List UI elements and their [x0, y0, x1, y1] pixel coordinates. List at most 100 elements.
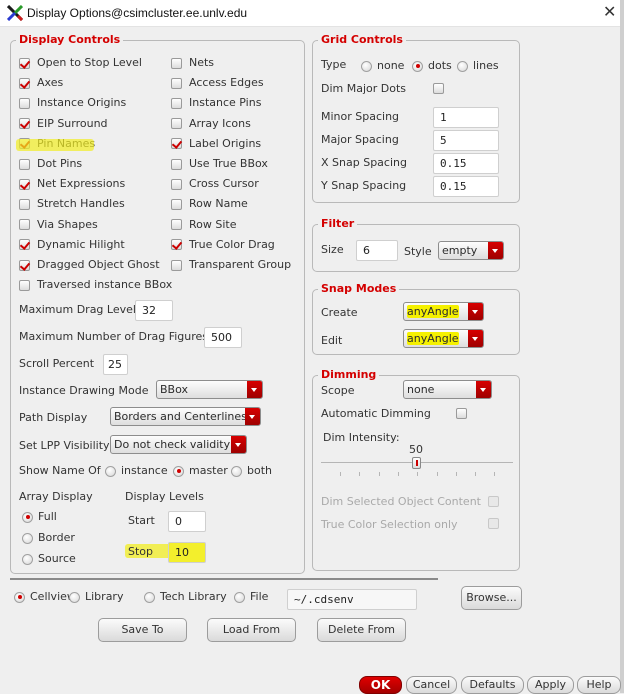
display-controls-title: Display Controls	[16, 33, 124, 47]
checkbox-open-to-stop-level[interactable]: Open to Stop Level	[19, 56, 142, 70]
instance-drawing-mode-label: Instance Drawing Mode	[19, 384, 149, 397]
checkbox-box	[171, 158, 182, 170]
array-display-radio-full[interactable]: Full	[22, 510, 57, 524]
apply-button[interactable]: Apply	[527, 676, 574, 694]
checkbox-box	[456, 408, 467, 419]
snap-create-select[interactable]: anyAngle	[403, 302, 484, 321]
checkbox-row-name[interactable]: Row Name	[171, 197, 248, 211]
show-name-radio-instance[interactable]: instance	[105, 464, 168, 478]
minor-spacing-label: Minor Spacing	[321, 110, 400, 123]
dimming-scope-select[interactable]: none	[403, 380, 492, 399]
checkbox-label-origins[interactable]: Label Origins	[171, 137, 261, 151]
path-display-select[interactable]: Borders and Centerlines	[110, 407, 261, 426]
checkbox-box	[171, 219, 182, 231]
delete-from-button[interactable]: Delete From	[317, 618, 406, 642]
close-icon[interactable]: ✕	[603, 4, 616, 20]
file-path-input[interactable]: ~/.cdsenv	[287, 589, 417, 610]
checkbox-via-shapes[interactable]: Via Shapes	[19, 218, 98, 232]
grid-type-radio-dots[interactable]: dots	[412, 59, 452, 73]
checkbox-label: Access Edges	[189, 76, 264, 90]
lpp-visibility-select[interactable]: Do not check validity	[110, 435, 247, 454]
checkbox-dot-pins[interactable]: Dot Pins	[19, 157, 82, 171]
save-location-radio-tech-library[interactable]: Tech Library	[144, 590, 227, 604]
radio-label: master	[189, 464, 228, 477]
instance-drawing-mode-select[interactable]: BBox	[156, 380, 263, 399]
minor-spacing-input[interactable]: 1	[433, 107, 499, 128]
dim-intensity-value: 50	[409, 443, 423, 456]
x-snap-spacing-input[interactable]: 0.15	[433, 153, 499, 174]
checkbox-net-expressions[interactable]: Net Expressions	[19, 177, 125, 191]
array-display-label: Array Display	[19, 490, 93, 503]
checkbox-box	[433, 83, 444, 94]
scroll-percent-input[interactable]: 25	[103, 354, 128, 375]
dim-selected-object-content-checkbox[interactable]	[488, 496, 506, 507]
radio-selected-icon	[412, 60, 423, 72]
snap-modes-title: Snap Modes	[318, 282, 400, 296]
checkbox-label: Net Expressions	[37, 177, 126, 191]
filter-style-select[interactable]: empty	[438, 241, 504, 260]
checkbox-nets[interactable]: Nets	[171, 56, 214, 70]
defaults-button[interactable]: Defaults	[461, 676, 524, 694]
load-from-button[interactable]: Load From	[207, 618, 296, 642]
checkbox-instance-origins[interactable]: Instance Origins	[19, 96, 126, 110]
grid-type-radio-lines[interactable]: lines	[457, 59, 499, 73]
cancel-button[interactable]: Cancel	[406, 676, 457, 694]
radio-icon	[231, 465, 242, 477]
checkbox-axes[interactable]: Axes	[19, 76, 63, 90]
max-drag-level-input[interactable]: 32	[135, 300, 173, 321]
help-button[interactable]: Help	[577, 676, 621, 694]
save-location-radio-library[interactable]: Library	[69, 590, 123, 604]
checkbox-label: Nets	[189, 56, 215, 69]
checkbox-use-true-bbox[interactable]: Use True BBox	[171, 157, 268, 171]
snap-edit-select[interactable]: anyAngle	[403, 329, 484, 348]
checkbox-access-edges[interactable]: Access Edges	[171, 76, 264, 90]
ok-button[interactable]: OK	[359, 676, 402, 694]
checkbox-box	[19, 97, 30, 109]
dim-intensity-slider-handle[interactable]	[412, 457, 421, 469]
true-color-selection-only-checkbox[interactable]	[488, 518, 506, 529]
checkbox-cross-cursor[interactable]: Cross Cursor	[171, 177, 259, 191]
dim-major-dots-label: Dim Major Dots	[321, 82, 407, 95]
browse-button[interactable]: Browse...	[461, 586, 522, 610]
checkbox-true-color-drag[interactable]: True Color Drag	[171, 238, 275, 252]
checkbox-transparent-group[interactable]: Transparent Group	[171, 258, 291, 272]
dim-major-dots-checkbox[interactable]	[433, 83, 451, 94]
stop-level-input[interactable]: 10	[168, 542, 206, 563]
max-drag-figures-input[interactable]: 500	[204, 327, 242, 348]
checkbox-checked-icon	[19, 77, 30, 89]
grid-type-radio-none[interactable]: none	[361, 59, 404, 73]
save-location-radio-file[interactable]: File	[234, 590, 268, 604]
filter-title: Filter	[318, 217, 358, 231]
filter-size-input[interactable]: 6	[356, 240, 398, 261]
chevron-down-icon	[476, 381, 491, 398]
radio-label: Full	[38, 510, 57, 523]
slider-tick	[475, 472, 477, 476]
array-display-radio-border[interactable]: Border	[22, 531, 75, 545]
checkbox-label: Row Name	[189, 197, 248, 211]
y-snap-spacing-input[interactable]: 0.15	[433, 176, 499, 197]
checkbox-stretch-handles[interactable]: Stretch Handles	[19, 197, 125, 211]
checkbox-label: Transparent Group	[189, 258, 292, 271]
save-to-button[interactable]: Save To	[98, 618, 187, 642]
checkbox-array-icons[interactable]: Array Icons	[171, 117, 251, 131]
checkbox-label: Traversed instance BBox	[37, 278, 173, 292]
checkbox-dynamic-hilight[interactable]: Dynamic Hilight	[19, 238, 125, 252]
show-name-radio-master[interactable]: master	[173, 464, 228, 478]
array-display-radio-source[interactable]: Source	[22, 552, 76, 566]
checkbox-traversed-instance-bbox[interactable]: Traversed instance BBox	[19, 278, 172, 292]
checkbox-instance-pins[interactable]: Instance Pins	[171, 96, 261, 110]
checkbox-eip-surround[interactable]: EIP Surround	[19, 117, 108, 131]
show-name-radio-both[interactable]: both	[231, 464, 272, 478]
show-name-of-label: Show Name Of	[19, 464, 101, 477]
checkbox-box	[171, 178, 182, 190]
automatic-dimming-checkbox[interactable]	[456, 408, 474, 419]
checkbox-label: Cross Cursor	[189, 177, 259, 191]
save-location-radio-cellview[interactable]: Cellview	[14, 590, 76, 604]
checkbox-box	[19, 158, 30, 170]
slider-tick	[359, 472, 361, 476]
major-spacing-input[interactable]: 5	[433, 130, 499, 151]
checkbox-row-site[interactable]: Row Site	[171, 218, 237, 232]
grid-controls-title: Grid Controls	[318, 33, 406, 47]
checkbox-dragged-object-ghost[interactable]: Dragged Object Ghost	[19, 258, 160, 272]
start-level-input[interactable]: 0	[168, 511, 206, 532]
